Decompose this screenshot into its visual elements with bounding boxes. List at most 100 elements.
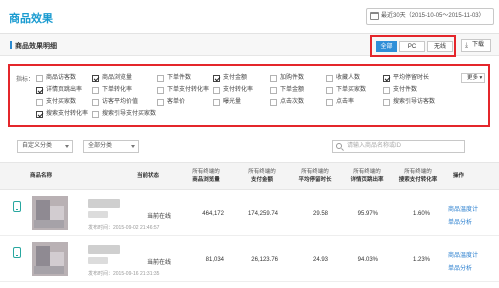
tab-pc[interactable]: PC (399, 41, 425, 52)
metric-label: 下单转化率 (102, 87, 133, 93)
checkbox-box (383, 99, 390, 106)
publish-time: 发布时间：2015-09-02 21:46:57 (88, 225, 160, 231)
search-conv-cell: 1.23% (412, 257, 430, 263)
date-range-picker[interactable]: 最近30天（2015-10-05～2015-11-03） (366, 8, 494, 25)
metric-label: 搜索引导访客数 (393, 99, 436, 105)
checkbox-box (326, 99, 333, 106)
status-cell: 当前在线 (147, 214, 172, 220)
avg-stay-cell: 29.58 (312, 211, 328, 217)
single-product-analysis-link[interactable]: 单品分析 (448, 263, 472, 272)
table-row: 发布时间：2015-09-02 21:46:57 当前在线 464,172 17… (0, 191, 499, 236)
col-search-sub: 所有终端的 (404, 169, 432, 175)
metric-label: 点击率 (336, 99, 355, 105)
checkbox-box-checked (92, 75, 99, 82)
metric-label: 平均停留时长 (393, 75, 430, 81)
col-search-conv[interactable]: 搜索支付转化率 (393, 177, 443, 184)
mobile-icon (13, 247, 21, 258)
single-product-analysis-link[interactable]: 单品分析 (448, 217, 472, 226)
product-thumbnail[interactable] (32, 196, 68, 230)
page-title: 商品效果 (9, 13, 53, 25)
chevron-down-icon (65, 145, 69, 148)
table-header: 商品名称 当前状态 所有终端的 商品浏览量 所有终端的 支付金额 所有终端的 平… (0, 162, 499, 190)
col-avg-stay[interactable]: 平均停留时长 (293, 177, 337, 184)
col-pay-amount[interactable]: 支付金额 (242, 177, 282, 184)
checkbox-box (213, 99, 220, 106)
custom-category-select[interactable]: 自定义分类 (17, 140, 73, 153)
metric-label: 支付买家数 (46, 99, 77, 105)
status-cell: 当前在线 (147, 260, 172, 266)
views-cell: 464,172 (202, 211, 224, 217)
metric-label: 商品访客数 (46, 75, 77, 81)
metric-label: 商品浏览量 (102, 75, 133, 81)
checkbox-box (383, 87, 390, 94)
product-search-input[interactable]: 请输入商品名称或ID (332, 140, 465, 153)
select-value: 自定义分类 (22, 143, 53, 149)
col-actions: 操作 (453, 173, 465, 179)
tab-all[interactable]: 全部 (376, 41, 397, 52)
checkbox-box-checked (36, 87, 43, 94)
col-views-sub: 所有终端的 (192, 169, 220, 175)
metric-label: 收藏人数 (336, 75, 361, 81)
product-title-blurred[interactable] (88, 199, 120, 208)
checkbox-box (326, 87, 333, 94)
metric-label: 搜索支付转化率 (46, 111, 89, 117)
terminal-tab-group: 全部 PC 无线 (370, 35, 456, 57)
checkbox-box (157, 75, 164, 82)
metric-label: 支付金额 (223, 75, 248, 81)
search-icon (336, 143, 342, 149)
product-id-blurred (88, 211, 108, 218)
more-metrics-button[interactable]: 更多 ▾ (461, 73, 485, 83)
bounce-rate-cell: 94.03% (357, 257, 378, 263)
download-arrow-icon: ⤓ (465, 42, 469, 49)
checkbox-box (270, 87, 277, 94)
product-thermometer-link[interactable]: 商品温度计 (448, 204, 478, 213)
metric-label: 下单金额 (280, 87, 305, 93)
pay-amount-cell: 174,259.74 (247, 211, 278, 217)
col-views[interactable]: 商品浏览量 (186, 177, 226, 184)
select-value: 全部分类 (88, 143, 113, 149)
date-range-label: 最近30天（2015-10-05～2015-11-03） (381, 13, 485, 19)
all-category-select[interactable]: 全部分类 (83, 140, 139, 153)
product-id-blurred (88, 257, 108, 264)
download-button[interactable]: ⤓ 下载 (461, 39, 491, 52)
col-bounce-sub: 所有终端的 (353, 169, 381, 175)
product-thumbnail[interactable] (32, 242, 68, 276)
checkbox-box-checked (213, 75, 220, 82)
search-placeholder: 请输入商品名称或ID (347, 143, 402, 149)
product-title-blurred[interactable] (88, 245, 120, 254)
product-thermometer-link[interactable]: 商品温度计 (448, 250, 478, 259)
checkbox-box (92, 99, 99, 106)
metric-label: 加购件数 (280, 75, 305, 81)
pay-amount-cell: 26,123.76 (251, 257, 278, 263)
col-product-name: 商品名称 (30, 173, 53, 179)
checkbox-box (36, 99, 43, 106)
checkbox-box (157, 87, 164, 94)
col-stay-sub: 所有终端的 (301, 169, 329, 175)
checkbox-box-checked (36, 111, 43, 118)
download-label: 下载 (472, 42, 485, 48)
table-row: 发布时间：2015-09-16 21:31:35 当前在线 81,034 26,… (0, 237, 499, 282)
section-title: 商品效果明细 (15, 43, 57, 50)
metric-label: 支付转化率 (223, 87, 254, 93)
tab-wireless[interactable]: 无线 (427, 41, 453, 52)
views-cell: 81,034 (205, 257, 224, 263)
metric-label: 搜索引导支付买家数 (102, 111, 157, 117)
bounce-rate-cell: 95.97% (357, 211, 378, 217)
col-bounce-rate[interactable]: 详情页跳出率 (345, 177, 389, 184)
calendar-icon (370, 12, 379, 20)
col-pay-sub: 所有终端的 (248, 169, 276, 175)
checkbox-box-checked (383, 75, 390, 82)
metrics-selector: 指标： 更多 ▾ 商品访客数 商品浏览量 下单件数 支付金额 加购件数 收藏人数… (8, 64, 490, 127)
checkbox-box (92, 111, 99, 118)
metric-label: 支付件数 (393, 87, 418, 93)
checkbox-box (36, 75, 43, 82)
more-label: 更多 (467, 75, 479, 81)
metric-label: 详情页跳出率 (46, 87, 83, 93)
publish-time: 发布时间：2015-09-16 21:31:35 (88, 271, 160, 277)
checkbox-box (92, 87, 99, 94)
page-header: 商品效果 最近30天（2015-10-05～2015-11-03） (0, 0, 499, 34)
metrics-label: 指标： (16, 77, 35, 83)
checkbox-box (270, 75, 277, 82)
checkbox-box (157, 99, 164, 106)
checkbox-box (326, 75, 333, 82)
